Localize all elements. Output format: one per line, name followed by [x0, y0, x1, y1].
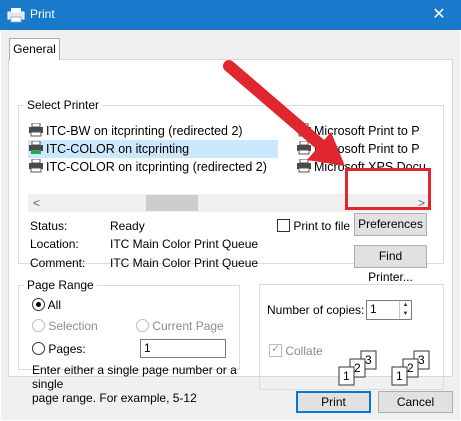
cancel-button[interactable]: Cancel	[378, 391, 453, 413]
radio-all-label: All	[47, 298, 62, 312]
page-range-group: Page Range All Selection Current Page Pa…	[18, 278, 240, 405]
radio-icon[interactable]	[32, 342, 45, 355]
svg-text:1: 1	[343, 369, 350, 383]
preferences-button[interactable]: Preferences	[354, 213, 427, 236]
close-icon[interactable]: ✕	[417, 0, 461, 30]
comment-label: Comment:	[30, 256, 86, 270]
radio-selection: Selection	[32, 319, 98, 333]
printer-item[interactable]: ITC-COLOR on itcprinting (redirected 2)	[28, 158, 278, 176]
printer-item[interactable]: Microsoft Print to P	[296, 140, 430, 158]
printer-icon	[29, 141, 43, 154]
svg-text:2: 2	[354, 361, 361, 375]
radio-current-page-label: Current Page	[152, 319, 224, 333]
number-of-copies-label: Number of copies:	[267, 303, 365, 317]
printer-icon	[297, 159, 311, 173]
printer-icon	[7, 8, 25, 23]
select-printer-legend: Select Printer	[27, 98, 100, 112]
printer-name: ITC-BW on itcprinting (redirected 2)	[46, 124, 243, 138]
radio-pages-label: Pages:	[48, 342, 86, 356]
svg-text:3: 3	[365, 353, 372, 367]
svg-text:2: 2	[407, 361, 414, 375]
radio-pages[interactable]: Pages:	[32, 342, 86, 356]
annotation-highlight-box	[345, 168, 431, 210]
radio-selection-label: Selection	[48, 319, 98, 333]
printer-icon	[29, 159, 43, 173]
location-label: Location:	[30, 237, 79, 251]
svg-text:3: 3	[418, 353, 425, 367]
printer-item-selected[interactable]: ITC-COLOR on itcprinting	[28, 140, 278, 158]
dialog-body: General Select Printer ITC-BW on itcprin…	[1, 30, 460, 420]
svg-text:1: 1	[396, 369, 403, 383]
print-button[interactable]: Print	[296, 391, 371, 413]
title-bar: Print ✕	[0, 0, 461, 30]
printer-icon	[29, 123, 43, 137]
window-title: Print	[30, 7, 55, 21]
checkbox-icon[interactable]	[277, 219, 290, 232]
hint-line-2: page range. For example, 5-12	[32, 391, 197, 405]
printer-item[interactable]: Microsoft Print to P	[296, 122, 430, 140]
radio-all[interactable]: All	[32, 298, 61, 312]
printer-name: Microsoft Print to P	[314, 124, 420, 138]
printer-icon	[297, 141, 311, 155]
location-value: ITC Main Color Print Queue	[110, 237, 259, 251]
printer-name: ITC-COLOR on itcprinting (redirected 2)	[46, 160, 267, 174]
radio-checked-icon[interactable]	[32, 298, 45, 311]
print-to-file-checkbox[interactable]: Print to file	[277, 219, 350, 233]
copies-value: 1	[370, 302, 377, 316]
pages-input[interactable]: 1	[140, 339, 226, 358]
collate-label: Collate	[285, 344, 323, 358]
print-to-file-label: Print to file	[293, 219, 351, 233]
radio-icon	[32, 319, 45, 332]
hint-line-1: Enter either a single page number or a s…	[32, 363, 237, 391]
copies-spinner[interactable]: ▲ ▼	[399, 301, 411, 319]
page-range-legend: Page Range	[27, 278, 94, 292]
scroll-left-icon[interactable]: <	[28, 194, 45, 212]
copies-group: Number of copies: 1 ▲▼ ✓ Collate 3 2 1	[259, 284, 444, 390]
printer-name: ITC-COLOR on itcprinting	[46, 142, 190, 156]
printer-icon	[297, 123, 311, 137]
collate-checkbox: ✓ Collate	[269, 343, 323, 358]
tab-general[interactable]: General	[9, 38, 60, 60]
radio-current-page: Current Page	[136, 319, 224, 333]
printer-item[interactable]: ITC-BW on itcprinting (redirected 2)	[28, 122, 278, 140]
status-label: Status:	[30, 219, 68, 233]
scroll-thumb[interactable]	[146, 195, 198, 211]
collate-pages-icon: 3 2 1 3 2 1	[338, 350, 430, 386]
checkbox-checked-icon: ✓	[269, 343, 282, 357]
find-printer-button[interactable]: Find Printer...	[354, 245, 427, 284]
radio-icon	[136, 319, 149, 332]
page-range-hint: Enter either a single page number or a s…	[32, 363, 239, 405]
copies-input[interactable]: 1 ▲ ▼	[366, 300, 412, 320]
status-value: Ready	[110, 219, 145, 233]
general-tab-panel: Select Printer ITC-BW on itcprinting (re…	[8, 59, 453, 405]
comment-value: ITC Main Color Print Queue	[110, 256, 259, 270]
printer-name: Microsoft Print to P	[314, 142, 420, 156]
